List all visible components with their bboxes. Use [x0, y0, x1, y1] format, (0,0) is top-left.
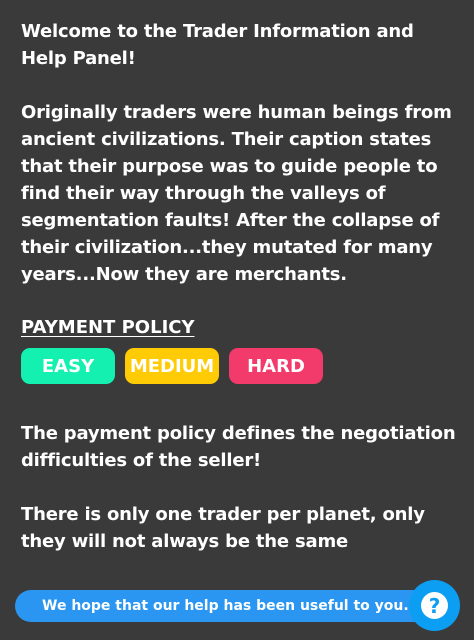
policy-description: The payment policy defines the negotiati… — [21, 423, 456, 471]
trader-note: There is only one trader per planet, onl… — [21, 504, 425, 552]
help-button[interactable]: ? — [409, 580, 460, 631]
welcome-text: Welcome to the Trader Information and He… — [21, 21, 414, 69]
footer-message: We hope that our help has been useful to… — [42, 598, 409, 614]
footer-message-bar: We hope that our help has been useful to… — [15, 590, 435, 622]
payment-policy-badges: EASY MEDIUM HARD — [21, 348, 461, 384]
policy-badge-medium[interactable]: MEDIUM — [125, 348, 219, 384]
question-glyph: ? — [428, 593, 441, 618]
policy-badge-hard[interactable]: HARD — [229, 348, 323, 384]
question-icon: ? — [421, 592, 448, 619]
origin-text: Originally traders were human beings fro… — [21, 102, 452, 285]
policy-badge-easy[interactable]: EASY — [21, 348, 115, 384]
trader-help-panel: Welcome to the Trader Information and He… — [21, 18, 461, 555]
payment-policy-title: PAYMENT POLICY — [21, 317, 195, 338]
